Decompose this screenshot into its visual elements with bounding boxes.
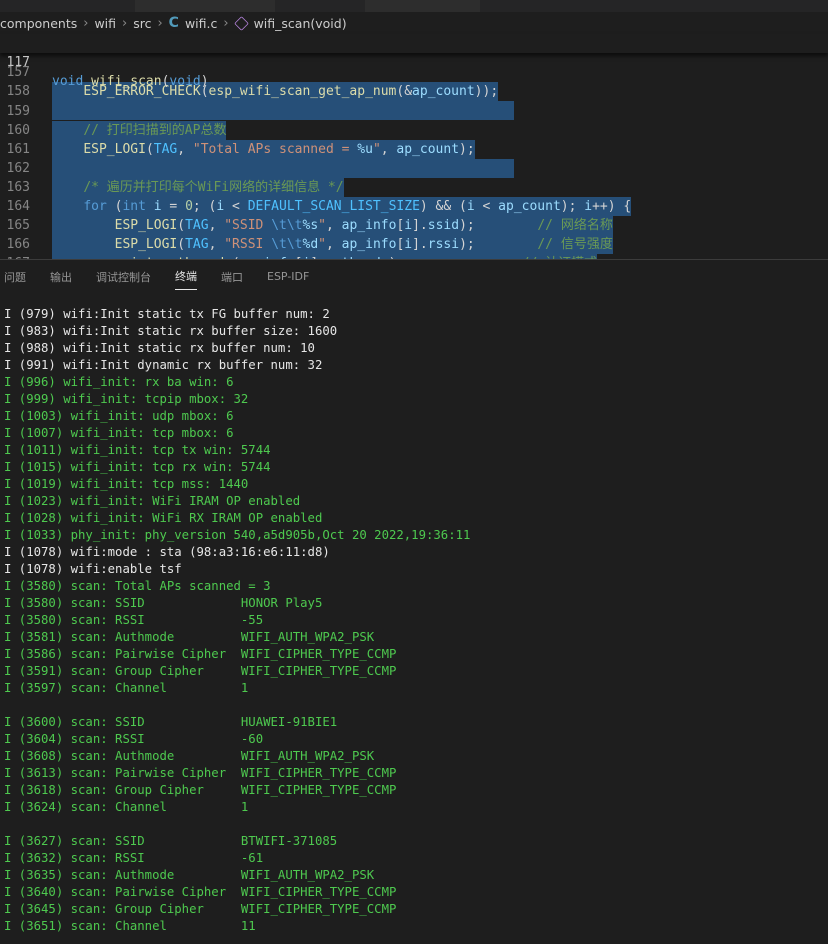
sticky-code: void wifi_scan(void) [52, 74, 209, 89]
terminal-line: I (3632) scan: RSSI -61 [4, 851, 264, 865]
terminal-line: I (3608) scan: Authmode WIFI_AUTH_WPA2_P… [4, 749, 375, 763]
terminal-line: I (1078) wifi:enable tsf [4, 562, 182, 576]
terminal-line: I (3597) scan: Channel 1 [4, 681, 249, 695]
editor-tab-strip [0, 0, 828, 13]
code-line[interactable]: 161 [0, 121, 828, 178]
code-line[interactable]: 162 /* 遍历并打印每个WiFi网络的详细信息 */ [0, 140, 828, 197]
sticky-scroll-header[interactable]: 117 void wifi_scan(void) [0, 34, 828, 89]
tab-esp-idf[interactable]: ESP-IDF [267, 264, 309, 288]
terminal-line: I (1015) wifi_init: tcp rx win: 5744 [4, 460, 271, 474]
breadcrumb-file[interactable]: Cwifi.c [169, 15, 218, 31]
terminal-line: I (1003) wifi_init: udp mbox: 6 [4, 409, 234, 423]
terminal-line: I (3635) scan: Authmode WIFI_AUTH_WPA2_P… [4, 868, 375, 882]
terminal-line: I (999) wifi_init: tcpip mbox: 32 [4, 392, 249, 406]
panel-divider[interactable] [0, 259, 828, 260]
terminal-line: I (1011) wifi_init: tcp tx win: 5744 [4, 443, 271, 457]
terminal-line: I (979) wifi:Init static tx FG buffer nu… [4, 307, 330, 321]
code-line[interactable]: 166 print_auth_mode(ap_info[i].authmode)… [0, 216, 828, 259]
terminal-line: I (3581) scan: Authmode WIFI_AUTH_WPA2_P… [4, 630, 375, 644]
terminal-line: I (3600) scan: SSID HUAWEI-91BIE1 [4, 715, 338, 729]
terminal-line: I (3627) scan: SSID BTWIFI-371085 [4, 834, 338, 848]
terminal-output[interactable]: I (979) wifi:Init static tx FG buffer nu… [4, 306, 824, 935]
breadcrumb-wifi[interactable]: wifi [94, 16, 116, 31]
code-line[interactable]: 160 ESP_LOGI(TAG, "Total APs scanned = %… [0, 102, 828, 159]
function-symbol-icon [233, 15, 249, 31]
terminal-line: I (3591) scan: Group Cipher WIFI_CIPHER_… [4, 664, 397, 678]
terminal-line: I (991) wifi:Init dynamic rx buffer num:… [4, 358, 323, 372]
chevron-right-icon: › [157, 15, 163, 31]
line-number: 117 [6, 55, 30, 70]
terminal-line: I (1078) wifi:mode : sta (98:a3:16:e6:11… [4, 545, 330, 559]
tab-ports[interactable]: 端口 [221, 263, 243, 290]
terminal-line: I (3624) scan: Channel 1 [4, 800, 249, 814]
terminal-line: I (1007) wifi_init: tcp mbox: 6 [4, 426, 234, 440]
terminal-line: I (3604) scan: RSSI -60 [4, 732, 264, 746]
breadcrumb-src[interactable]: src [133, 16, 151, 31]
terminal-line: I (1023) wifi_init: WiFi IRAM OP enabled [4, 494, 301, 508]
terminal-line: I (3651) scan: Channel 11 [4, 919, 256, 933]
terminal-line: I (3645) scan: Group Cipher WIFI_CIPHER_… [4, 902, 397, 916]
c-file-icon: C [168, 15, 179, 31]
terminal-line: I (3640) scan: Pairwise Cipher WIFI_CIPH… [4, 885, 397, 899]
terminal-line: I (3580) scan: RSSI -55 [4, 613, 264, 627]
terminal-line: I (1033) phy_init: phy_version 540,a5d90… [4, 528, 471, 542]
terminal-line: I (3580) scan: SSID HONOR Play5 [4, 596, 323, 610]
tab-terminal[interactable]: 终端 [175, 262, 197, 290]
breadcrumb-symbol[interactable]: wifi_scan(void) [233, 15, 347, 31]
chevron-right-icon: › [223, 15, 229, 31]
tab-problems[interactable]: 问题 [4, 263, 26, 290]
terminal-line: I (983) wifi:Init static rx buffer size:… [4, 324, 338, 338]
terminal-line: I (1019) wifi_init: tcp mss: 1440 [4, 477, 249, 491]
terminal-line: I (3586) scan: Pairwise Cipher WIFI_CIPH… [4, 647, 397, 661]
breadcrumb-components[interactable]: components [0, 16, 77, 31]
code-line[interactable]: 167 [0, 235, 828, 259]
terminal-line: I (996) wifi_init: rx ba win: 6 [4, 375, 234, 389]
tab-output[interactable]: 输出 [50, 263, 72, 290]
code-line[interactable]: 157 ESP_ERROR_CHECK(esp_wifi_scan_get_ap… [0, 53, 828, 101]
terminal-line: I (988) wifi:Init static rx buffer num: … [4, 341, 315, 355]
terminal-line: I (1028) wifi_init: WiFi RX IRAM OP enab… [4, 511, 323, 525]
chevron-right-icon: › [122, 15, 128, 31]
tab-debug-console[interactable]: 调试控制台 [96, 263, 151, 290]
terminal-line: I (3580) scan: Total APs scanned = 3 [4, 579, 271, 593]
editor-tab[interactable] [365, 0, 480, 12]
chevron-right-icon: › [83, 15, 89, 31]
code-line[interactable]: 163 for (int i = 0; (i < DEFAULT_SCAN_LI… [0, 159, 828, 216]
code-line[interactable]: 164 ESP_LOGI(TAG, "SSID \t\t%s", ap_info… [0, 178, 828, 235]
terminal-line: I (3613) scan: Pairwise Cipher WIFI_CIPH… [4, 766, 397, 780]
code-line[interactable]: 165 ESP_LOGI(TAG, "RSSI \t\t%d", ap_info… [0, 197, 828, 254]
breadcrumb: components › wifi › src › Cwifi.c › wifi… [0, 12, 828, 34]
panel-tabs: 问题 输出 调试控制台 终端 端口 ESP-IDF [0, 262, 828, 290]
terminal-line: I (3618) scan: Group Cipher WIFI_CIPHER_… [4, 783, 397, 797]
